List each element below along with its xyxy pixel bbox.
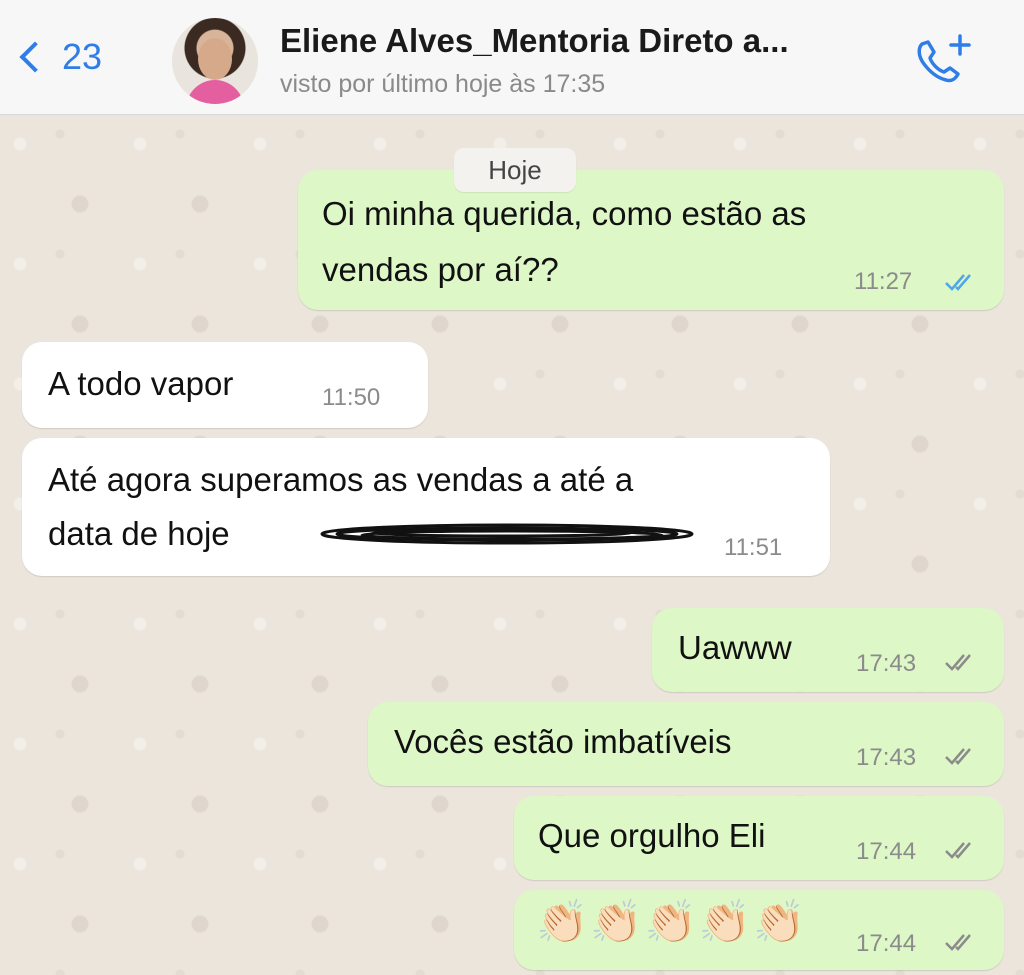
date-separator: Hoje (454, 148, 576, 192)
double-check-icon (945, 842, 971, 859)
redaction-scribble (320, 523, 694, 545)
avatar-face (198, 38, 232, 80)
message-bubble-incoming[interactable]: Até agora superamos as vendas a até a da… (22, 438, 830, 576)
message-bubble-incoming[interactable]: A todo vapor 11:50 (22, 342, 428, 428)
message-text: Uawww (678, 629, 792, 666)
message-text: data de hoje (48, 515, 230, 552)
message-bubble-outgoing[interactable]: Vocês estão imbatíveis 17:43 (368, 702, 1004, 786)
message-time: 17:44 (856, 930, 917, 957)
avatar-shirt (186, 80, 244, 104)
double-check-icon (945, 274, 971, 291)
message-bubble-outgoing[interactable]: Oi minha querida, como estão as vendas p… (298, 170, 1004, 310)
message-bubble-outgoing[interactable]: Que orgulho Eli 17:44 (514, 796, 1004, 880)
double-check-icon (945, 654, 971, 671)
message-bubble-outgoing[interactable]: 👏🏻👏🏻👏🏻👏🏻👏🏻 17:44 (514, 890, 1004, 970)
message-time: 17:43 (856, 744, 917, 771)
avatar[interactable] (172, 18, 258, 104)
message-time: 11:27 (854, 268, 913, 295)
message-time: 11:51 (724, 534, 783, 561)
message-text: Vocês estão imbatíveis (394, 723, 732, 760)
message-time: 11:50 (322, 384, 381, 411)
clapping-hands-emoji: 👏🏻👏🏻👏🏻👏🏻👏🏻 (536, 898, 808, 945)
chat-header: 23 Eliene Alves_Mentoria Direto a... vis… (0, 0, 1024, 115)
unread-count: 23 (62, 36, 103, 77)
message-time: 17:44 (856, 838, 917, 865)
message-text: Oi minha querida, como estão as (322, 195, 807, 232)
last-seen-status: visto por último hoje às 17:35 (280, 70, 606, 98)
message-bubble-outgoing[interactable]: Uawww 17:43 (652, 608, 1004, 692)
double-check-icon (945, 934, 971, 951)
message-text: A todo vapor (48, 365, 234, 402)
contact-name[interactable]: Eliene Alves_Mentoria Direto a... (280, 22, 789, 60)
message-text: vendas por aí?? (322, 251, 559, 288)
back-button[interactable]: 23 (14, 36, 102, 78)
message-text: Que orgulho Eli (538, 817, 766, 854)
chevron-left-icon (19, 41, 51, 73)
message-text: Até agora superamos as vendas a até a (48, 461, 634, 498)
double-check-icon (945, 748, 971, 765)
add-call-icon[interactable] (910, 30, 974, 90)
message-time: 17:43 (856, 650, 917, 677)
